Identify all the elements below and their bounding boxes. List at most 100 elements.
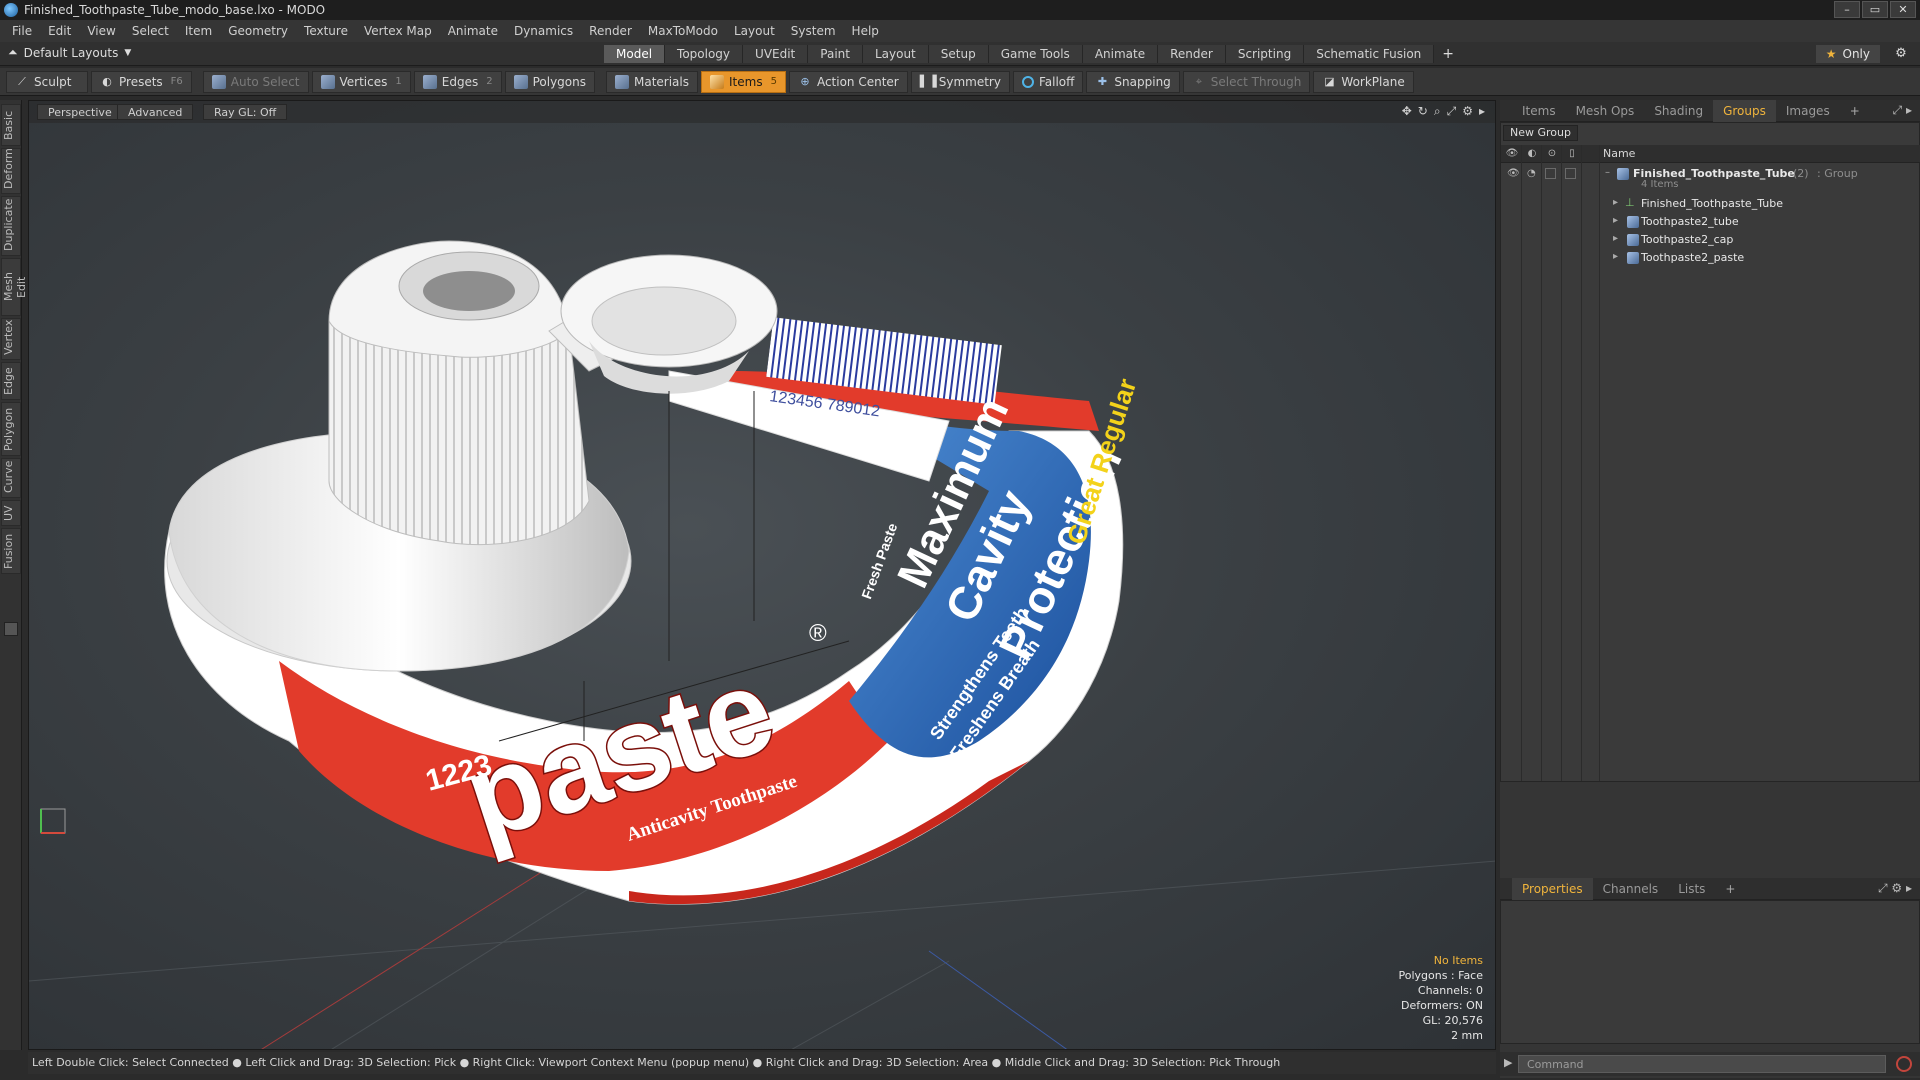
vtab-basic[interactable]: Basic xyxy=(1,104,21,146)
menu-texture[interactable]: Texture xyxy=(296,20,356,42)
ray-gl-button[interactable]: Ray GL: Off xyxy=(203,104,288,120)
items-button[interactable]: Items 5 xyxy=(701,70,786,93)
menu-vertex-map[interactable]: Vertex Map xyxy=(356,20,440,42)
tab-game-tools[interactable]: Game Tools xyxy=(988,45,1083,63)
menu-bar: File Edit View Select Item Geometry Text… xyxy=(0,20,1920,42)
tab-setup[interactable]: Setup xyxy=(928,45,989,63)
select-toggle[interactable] xyxy=(1565,168,1576,179)
fit-icon[interactable]: ⤢ xyxy=(1447,104,1457,119)
menu-render[interactable]: Render xyxy=(581,20,640,42)
menu-animate[interactable]: Animate xyxy=(440,20,506,42)
menu-layout[interactable]: Layout xyxy=(726,20,783,42)
vtab-curve[interactable]: Curve xyxy=(1,458,21,498)
tab-lists[interactable]: Lists xyxy=(1668,878,1715,900)
tab-uvedit[interactable]: UVEdit xyxy=(743,45,809,63)
tab-paint[interactable]: Paint xyxy=(808,45,863,63)
tab-topology[interactable]: Topology xyxy=(665,45,744,63)
maximize-button[interactable]: ▭ xyxy=(1862,1,1888,18)
expand-icon[interactable]: ⤢ ▸ xyxy=(1893,103,1912,118)
menu-geometry[interactable]: Geometry xyxy=(220,20,296,42)
tab-mesh-ops[interactable]: Mesh Ops xyxy=(1566,100,1645,122)
expand-icon[interactable]: ▸ xyxy=(1613,215,1618,226)
tree-row-locator[interactable]: ▸ ⊥ Finished_Toothpaste_Tube xyxy=(1501,195,1920,213)
settings-icon[interactable]: ⚙ xyxy=(1462,104,1473,119)
eye-icon[interactable]: 👁 xyxy=(1507,168,1520,180)
add-panel-tab-button[interactable]: + xyxy=(1840,100,1870,122)
menu-select[interactable]: Select xyxy=(124,20,177,42)
vtab-vertex[interactable]: Vertex xyxy=(1,318,21,360)
add-bottom-tab-button[interactable]: + xyxy=(1715,878,1745,900)
lock-toggle[interactable] xyxy=(1545,168,1556,179)
action-center-button[interactable]: ⊕ Action Center xyxy=(788,70,908,93)
minimize-button[interactable]: – xyxy=(1834,1,1860,18)
more-icon[interactable]: ▸ xyxy=(1479,104,1485,119)
record-icon[interactable] xyxy=(1896,1056,1912,1072)
menu-edit[interactable]: Edit xyxy=(40,20,79,42)
expand-icon[interactable]: ▸ xyxy=(1613,197,1618,208)
menu-help[interactable]: Help xyxy=(844,20,887,42)
vtab-edge[interactable]: Edge xyxy=(1,362,21,400)
collapse-icon[interactable]: – xyxy=(1605,167,1610,178)
group-row[interactable]: 👁 ◔ – Finished_Toothpaste_Tube (2) : Gro… xyxy=(1501,165,1920,195)
vtab-fusion[interactable]: Fusion xyxy=(1,528,21,574)
expand-icon[interactable]: ⤢ ⚙ ▸ xyxy=(1878,881,1912,896)
symmetry-button[interactable]: ▌▐ Symmetry xyxy=(910,70,1010,93)
sculpt-button[interactable]: ⟋ Sculpt xyxy=(6,70,88,93)
expand-icon[interactable]: ▸ xyxy=(1613,233,1618,244)
falloff-button[interactable]: Falloff xyxy=(1012,70,1084,93)
tab-images[interactable]: Images xyxy=(1776,100,1840,122)
tab-model[interactable]: Model xyxy=(604,45,666,63)
layout-preset-dropdown[interactable]: ⏶ Default Layouts ▼ xyxy=(8,45,131,60)
snapping-button[interactable]: ✚ Snapping xyxy=(1086,70,1180,93)
rotate-icon[interactable]: ↻ xyxy=(1418,104,1428,119)
tab-render[interactable]: Render xyxy=(1158,45,1226,63)
command-history-icon[interactable]: ▶ xyxy=(1504,1056,1512,1069)
auto-select-button[interactable]: Auto Select xyxy=(202,70,309,93)
select-through-button[interactable]: ⌖ Select Through xyxy=(1182,70,1311,93)
vtab-mesh-edit[interactable]: Mesh Edit xyxy=(1,258,28,316)
polygons-button[interactable]: Polygons xyxy=(504,70,595,93)
tab-channels[interactable]: Channels xyxy=(1593,878,1669,900)
tab-items[interactable]: Items xyxy=(1512,100,1566,122)
menu-view[interactable]: View xyxy=(79,20,123,42)
workplane-button[interactable]: ◪ WorkPlane xyxy=(1313,70,1414,93)
menu-system[interactable]: System xyxy=(783,20,844,42)
tab-shading[interactable]: Shading xyxy=(1644,100,1713,122)
menu-dynamics[interactable]: Dynamics xyxy=(506,20,581,42)
vtab-deform[interactable]: Deform xyxy=(1,148,21,194)
vtab-uv[interactable]: UV xyxy=(1,500,21,526)
menu-item[interactable]: Item xyxy=(177,20,220,42)
gear-icon[interactable]: ⚙ xyxy=(1892,45,1910,63)
presets-button[interactable]: ◐ Presets F6 xyxy=(91,70,192,93)
tab-groups[interactable]: Groups xyxy=(1713,99,1776,122)
close-button[interactable]: ✕ xyxy=(1890,1,1916,18)
panel-toggle-icon[interactable] xyxy=(4,622,18,636)
tree-row-paste[interactable]: ▸ Toothpaste2_paste xyxy=(1501,249,1920,267)
tab-schematic-fusion[interactable]: Schematic Fusion xyxy=(1304,45,1435,63)
tab-scripting[interactable]: Scripting xyxy=(1225,45,1305,63)
menu-maxtomodo[interactable]: MaxToModo xyxy=(640,20,726,42)
zoom-icon[interactable]: ⌕ xyxy=(1434,104,1441,119)
new-group-button[interactable]: New Group xyxy=(1503,125,1578,141)
vtab-duplicate[interactable]: Duplicate xyxy=(1,196,21,256)
edges-button[interactable]: Edges 2 xyxy=(413,70,502,93)
3d-viewport[interactable]: 123456 789012 paste ® Anticavity Toothpa… xyxy=(28,100,1496,1050)
tree-row-tube[interactable]: ▸ Toothpaste2_tube xyxy=(1501,213,1920,231)
add-tab-button[interactable]: + xyxy=(1434,45,1462,63)
name-column-header[interactable]: Name xyxy=(1603,147,1635,160)
render-toggle-icon[interactable]: ◔ xyxy=(1527,168,1539,180)
tab-layout[interactable]: Layout xyxy=(862,45,929,63)
command-input[interactable] xyxy=(1518,1055,1886,1073)
vertices-button[interactable]: Vertices 1 xyxy=(311,70,411,93)
pan-icon[interactable]: ✥ xyxy=(1402,104,1412,119)
tab-animate[interactable]: Animate xyxy=(1082,45,1159,63)
only-button[interactable]: ★ Only xyxy=(1815,45,1880,63)
tree-row-cap[interactable]: ▸ Toothpaste2_cap xyxy=(1501,231,1920,249)
shading-mode-button[interactable]: Advanced xyxy=(117,104,194,120)
view-mode-button[interactable]: Perspective xyxy=(37,104,123,120)
vtab-polygon[interactable]: Polygon xyxy=(1,402,21,456)
expand-icon[interactable]: ▸ xyxy=(1613,251,1618,262)
materials-button[interactable]: Materials xyxy=(605,70,698,93)
menu-file[interactable]: File xyxy=(4,20,40,42)
tab-properties[interactable]: Properties xyxy=(1512,877,1593,900)
